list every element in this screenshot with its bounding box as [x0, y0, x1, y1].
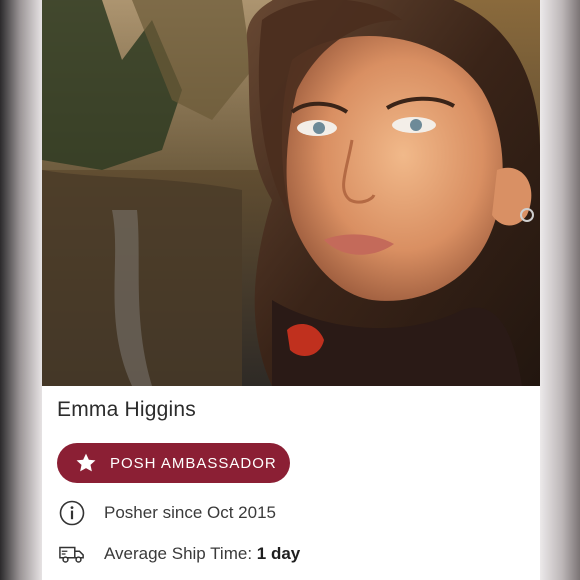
profile-card: Emma Higgins POSH AMBASSADOR Posher sinc…: [42, 0, 540, 580]
right-backdrop: [540, 0, 580, 580]
profile-photo-illustration: [42, 0, 540, 386]
star-icon: [76, 453, 96, 472]
info-icon: [59, 500, 85, 526]
ship-time-label: Average Ship Time:: [104, 544, 253, 563]
profile-photo: [42, 0, 540, 386]
badge-label: POSH AMBASSADOR: [110, 454, 277, 472]
ship-time-value: 1 day: [256, 544, 301, 563]
posher-since-row: Posher since Oct 2015: [59, 500, 276, 526]
profile-name: Emma Higgins: [57, 398, 196, 421]
posh-ambassador-badge[interactable]: POSH AMBASSADOR: [57, 443, 290, 483]
delivery-truck-icon: [59, 541, 85, 567]
posher-since-text: Posher since Oct 2015: [104, 503, 276, 522]
ship-time-row: Average Ship Time: 1 day: [59, 541, 300, 567]
